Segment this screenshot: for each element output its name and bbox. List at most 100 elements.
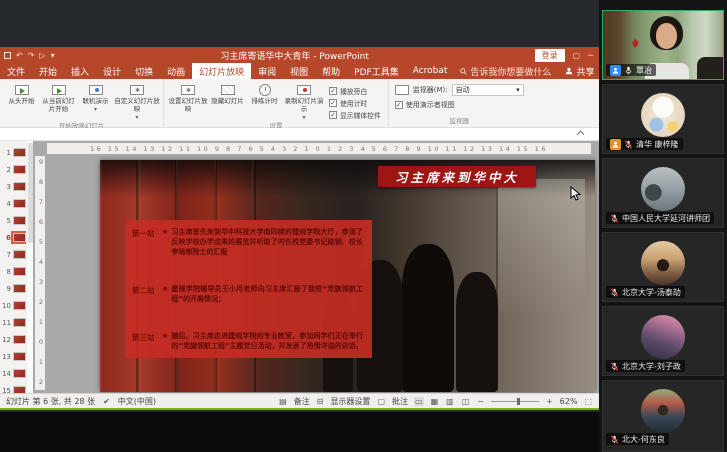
notes-icon: ▤ [278, 397, 288, 406]
record-slideshow-button[interactable]: 录制幻灯片演示 ▾ [283, 82, 325, 121]
minimize-icon[interactable]: ─ [588, 51, 593, 60]
slide-thumb-3[interactable]: 3 [0, 178, 26, 195]
monitor-online-icon [89, 85, 103, 95]
zoom-slider-thumb[interactable] [517, 398, 520, 405]
view-sorter-icon[interactable]: ▦ [430, 397, 440, 406]
slide-thumb-2[interactable]: 2 [0, 161, 26, 178]
tab-design[interactable]: 设计 [96, 63, 128, 79]
tab-acrobat[interactable]: Acrobat [406, 63, 455, 79]
hide-slide-button[interactable]: 隐藏幻灯片 [209, 82, 246, 106]
redo-icon[interactable]: ↷ [28, 51, 35, 60]
custom-slideshow-button[interactable]: ✱ 自定义幻灯片放映 ▾ [114, 82, 160, 121]
participant-tile-speaker[interactable]: 覃冶 [602, 10, 724, 80]
undo-icon[interactable]: ↶ [16, 51, 23, 60]
show-media-controls-checkbox[interactable]: ✓ 显示媒体控件 [329, 110, 381, 120]
login-button[interactable]: 登录 [535, 49, 565, 62]
tab-pdf-tools[interactable]: PDF工具集 [347, 63, 406, 79]
participant-tile[interactable]: 中国人民大学延河讲师团 [602, 158, 724, 228]
zoom-level[interactable]: 62% [560, 397, 578, 406]
slide-thumb-4[interactable]: 4 [0, 195, 26, 212]
station-text: 随后，习主席走进建规学院的专业教室，参加同学们正在举行的“党旗领航工程”主题党日… [171, 331, 363, 351]
member-badge-icon [610, 139, 621, 150]
shared-screen-powerpoint: ↶ ↷ ▷ ▾ 习主席寄语华中大青年 - PowerPoint 登录 ▢ ─ 文… [0, 47, 599, 410]
spellcheck-icon[interactable]: ✔ [102, 397, 111, 406]
slide-thumb-10[interactable]: 10 [0, 297, 26, 314]
group-monitors: 监视器(M): 自动 ▾ ✓ 使用演示者视图 监视器 [389, 79, 530, 127]
participant-avatar [641, 167, 685, 211]
play-narrations-checkbox[interactable]: ✓ 播放旁白 [329, 86, 381, 96]
mic-on-icon [624, 66, 633, 75]
group-setup: ✱ 设置幻灯片放映 隐藏幻灯片 排练计时 录制幻灯片演示 ▾ [164, 79, 389, 127]
display-settings-button[interactable]: 显示器设置 [330, 396, 370, 407]
zoom-out-icon[interactable]: − [476, 397, 485, 406]
participant-tile[interactable]: 清华 康梓隆 [602, 84, 724, 154]
workspace: 1 2 3 4 5 6 7 8 9 10 11 12 13 14 15 16 1… [0, 141, 599, 395]
rehearse-timings-button[interactable]: 排练计时 [246, 82, 283, 106]
present-online-button[interactable]: 联机演示 ▾ [77, 82, 114, 113]
tab-home[interactable]: 开始 [32, 63, 64, 79]
tab-animations[interactable]: 动画 [160, 63, 192, 79]
person-silhouette [402, 244, 454, 392]
tab-insert[interactable]: 插入 [64, 63, 96, 79]
slide-thumb-9[interactable]: 9 [0, 280, 26, 297]
slide-thumb-5[interactable]: 5 [0, 212, 26, 229]
tab-review[interactable]: 审阅 [251, 63, 283, 79]
slide-thumb-14[interactable]: 14 [0, 365, 26, 382]
tab-slideshow[interactable]: 幻灯片放映 [192, 63, 251, 79]
slide-thumbnail-panel[interactable]: 1 2 3 4 5 6 7 8 9 10 11 12 13 14 15 [0, 141, 26, 395]
member-badge-icon [610, 65, 621, 76]
ribbon-options-icon[interactable]: ▢ [573, 51, 581, 60]
setup-slideshow-button[interactable]: ✱ 设置幻灯片放映 [167, 82, 209, 114]
zoom-slider[interactable] [491, 401, 539, 402]
fit-to-window-icon[interactable]: ⬚ [583, 397, 593, 406]
participant-tile[interactable]: 北大-何东良 [602, 380, 724, 452]
collapse-ribbon-icon[interactable] [576, 130, 585, 136]
slide-thumb-12[interactable]: 12 [0, 331, 26, 348]
thumbnail-image [13, 216, 26, 225]
slide-thumb-7[interactable]: 7 [0, 246, 26, 263]
slide-number-indicator[interactable]: 幻灯片 第 6 张, 共 28 张 [6, 396, 95, 407]
slide-canvas: 16 15 14 13 12 11 10 9 8 7 6 5 4 3 2 1 0… [33, 141, 599, 395]
use-timings-checkbox[interactable]: ✓ 使用计时 [329, 98, 381, 108]
monitor-gear-icon: ✱ [181, 85, 195, 95]
slide-thumb-8[interactable]: 8 [0, 263, 26, 280]
zoom-in-icon[interactable]: + [545, 397, 554, 406]
from-current-slide-button[interactable]: 从当前幻灯片开始 [40, 82, 77, 114]
language-indicator[interactable]: 中文(中国) [118, 396, 156, 407]
participant-name: 北大-何东良 [622, 434, 665, 445]
participant-tile[interactable]: 北京大学-汤泰劼 [602, 232, 724, 302]
thumbnail-image [13, 318, 26, 327]
thumbnail-scrollbar[interactable] [26, 141, 33, 395]
tab-file[interactable]: 文件 [0, 63, 32, 79]
slide-thumb-6-selected[interactable]: 6 [0, 229, 26, 246]
slideshow-icon[interactable]: ▷ [39, 51, 45, 60]
participant-avatar [641, 315, 685, 359]
slide-editing-area[interactable]: 习主席来到华中大 第一站 ● 习主席首先来到华中科技大学南四楼的建规学院大厅，参… [100, 160, 595, 392]
thumbnail-image [13, 182, 26, 191]
save-icon[interactable] [4, 52, 11, 59]
tab-view[interactable]: 视图 [283, 63, 315, 79]
view-reading-icon[interactable]: ▥ [445, 397, 455, 406]
view-slideshow-icon[interactable]: ◫ [461, 397, 471, 406]
slide-text-panel: 第一站 ● 习主席首先来到华中科技大学南四楼的建规学院大厅，参观了反映学校办学成… [125, 220, 372, 358]
mouse-cursor [570, 186, 581, 201]
slide-thumb-11[interactable]: 11 [0, 314, 26, 331]
monitor-record-icon [297, 85, 311, 95]
slide-thumb-1[interactable]: 1 [0, 144, 26, 161]
tab-transitions[interactable]: 切换 [128, 63, 160, 79]
comments-button[interactable]: 批注 [392, 396, 408, 407]
view-normal-icon[interactable]: ▭ [414, 397, 424, 406]
use-presenter-view-checkbox[interactable]: ✓ 使用演示者视图 [395, 100, 524, 110]
tab-help[interactable]: 帮助 [315, 63, 347, 79]
participant-avatar [641, 241, 685, 285]
slide-title-banner: 习主席来到华中大 [378, 166, 536, 187]
from-beginning-button[interactable]: 从头开始 [3, 82, 40, 106]
slide-thumb-13[interactable]: 13 [0, 348, 26, 365]
monitor-dropdown[interactable]: 自动 ▾ [452, 84, 524, 96]
notes-button[interactable]: 备注 [294, 396, 310, 407]
participant-tile[interactable]: 北京大学-刘子政 [602, 306, 724, 376]
tell-me-search[interactable]: 告诉我你想要做什么 [454, 63, 557, 79]
share-button[interactable]: 共享 [557, 63, 602, 79]
dropdown-arrow-icon: ▾ [516, 86, 520, 94]
checkbox-checked-icon: ✓ [329, 87, 337, 95]
